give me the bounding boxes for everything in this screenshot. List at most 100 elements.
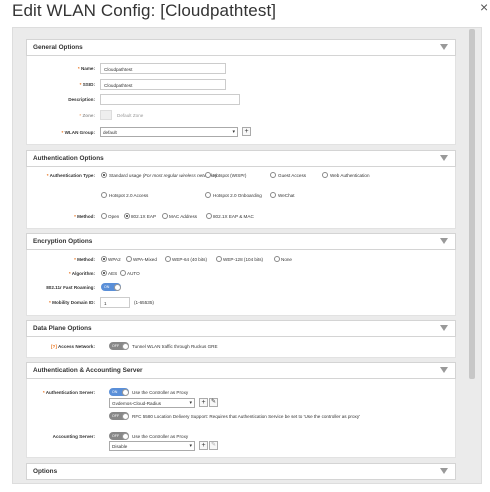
enc-wpa-mixed-radio[interactable] — [126, 256, 132, 262]
auth-hs20-access-radio[interactable] — [101, 192, 107, 198]
auth-web-radio[interactable] — [322, 172, 328, 178]
description-input[interactable] — [100, 94, 240, 105]
description-label: Description: — [68, 97, 95, 102]
acct-proxy-toggle[interactable]: OFF — [109, 432, 129, 440]
enc-none-label: None — [281, 257, 292, 262]
section-dataplane-header[interactable]: Data Plane Options — [26, 320, 456, 337]
close-icon[interactable]: × — [480, 0, 488, 15]
collapse-icon[interactable] — [440, 468, 448, 474]
method-mac-label: MAC Address — [169, 214, 198, 219]
alg-aes-label: AES — [108, 271, 118, 276]
mobility-input[interactable]: 1 — [100, 297, 130, 308]
method-8021x-mac-radio[interactable] — [206, 213, 212, 219]
collapse-icon[interactable] — [440, 155, 448, 161]
enc-wpa2-radio[interactable] — [101, 256, 107, 262]
toggle-knob — [122, 342, 129, 350]
name-input[interactable]: Cloudpathtest — [100, 63, 226, 74]
section-accounting-header[interactable]: Authentication & Accounting Server — [26, 362, 456, 379]
wlan-group-label: * WLAN Group: — [61, 130, 95, 135]
algorithm-label: * Algorithm: — [68, 271, 95, 276]
collapse-icon[interactable] — [440, 44, 448, 50]
add-auth-server-button[interactable]: + — [199, 398, 208, 407]
auth-server-label: * Authentication Server: — [42, 390, 95, 395]
auth-guest-label: Guest Access — [278, 173, 307, 178]
toggle-knob — [122, 432, 129, 440]
enc-wep64-label: WEP-64 (40 bits) — [172, 257, 207, 262]
enc-wpa-mixed-label: WPA-Mixed — [133, 257, 157, 262]
mobility-range: (1-65535) — [134, 300, 154, 305]
auth-hs20-onboarding-radio[interactable] — [205, 192, 211, 198]
enc-wep64-radio[interactable] — [165, 256, 171, 262]
method-mac-radio[interactable] — [162, 213, 168, 219]
section-options-header[interactable]: Options — [26, 463, 456, 480]
auth-standard-radio[interactable] — [101, 172, 107, 178]
section-encryption-header[interactable]: Encryption Options — [26, 233, 456, 250]
rfc5580-toggle[interactable]: OFF — [109, 412, 129, 420]
collapse-icon[interactable] — [440, 325, 448, 331]
auth-hotspot-label: Hotspot (WISPr) — [213, 173, 247, 178]
section-dataplane-title: Data Plane Options — [33, 325, 92, 332]
dropdown-arrow-icon: ▾ — [232, 129, 235, 135]
dropdown-arrow-icon: ▾ — [189, 400, 192, 406]
scrollbar[interactable] — [469, 29, 475, 379]
auth-proxy-label: Use the Controller as Proxy — [132, 390, 189, 395]
auth-wechat-radio[interactable] — [270, 192, 276, 198]
method-open-label: Open — [108, 214, 120, 219]
ssid-label: * SSID: — [79, 82, 95, 87]
auth-type-label: * Authentication Type: — [46, 173, 95, 178]
enc-method-label: * Method: — [74, 257, 95, 262]
enc-wep128-label: WEP-128 (104 bits) — [223, 257, 264, 262]
auth-server-select[interactable]: Gvdemos-Cloud-Radius ▾ — [109, 398, 195, 408]
auth-proxy-toggle[interactable]: ON — [109, 388, 129, 396]
section-auth-title: Authentication Options — [33, 155, 104, 162]
access-network-toggle[interactable]: OFF — [109, 342, 129, 350]
section-general-header[interactable]: General Options — [26, 39, 456, 56]
section-auth-header[interactable]: Authentication Options — [26, 150, 456, 167]
section-general-title: General Options — [33, 44, 83, 51]
acct-server-select[interactable]: Disable ▾ — [109, 441, 195, 451]
pencil-icon[interactable]: ✎ — [209, 398, 218, 407]
toggle-knob — [114, 283, 121, 291]
auth-wechat-label: WeChat — [278, 193, 295, 198]
enc-none-radio[interactable] — [274, 256, 280, 262]
help-icon[interactable]: [?] — [51, 344, 57, 349]
section-accounting-title: Authentication & Accounting Server — [33, 367, 143, 374]
method-8021x-radio[interactable] — [124, 213, 130, 219]
zone-value: Default Zone — [117, 113, 144, 118]
method-8021x-mac-label: 802.1X EAP & MAC — [213, 214, 254, 219]
alg-auto-label: AUTO — [127, 271, 140, 276]
dropdown-arrow-icon: ▾ — [189, 443, 192, 449]
alg-auto-radio[interactable] — [120, 270, 126, 276]
rfc5580-label: RFC 5580 Location Delivery Support: Requ… — [132, 414, 360, 419]
enc-wep128-radio[interactable] — [216, 256, 222, 262]
zone-label: * Zone: — [79, 113, 95, 118]
alg-aes-radio[interactable] — [101, 270, 107, 276]
auth-guest-radio[interactable] — [270, 172, 276, 178]
add-acct-server-button[interactable]: + — [199, 441, 208, 450]
ssid-input[interactable]: Cloudpathtest — [100, 79, 226, 90]
enc-wpa2-label: WPA2 — [108, 257, 121, 262]
mobility-label: * Mobility Domain ID: — [49, 300, 95, 305]
fast-roaming-toggle[interactable]: ON — [101, 283, 121, 291]
access-network-description: Tunnel WLAN traffic through Ruckus GRE — [132, 344, 218, 349]
access-network-label: [?] Access Network: — [50, 344, 95, 349]
dialog-title: Edit WLAN Config: [Cloudpathtest] — [12, 1, 277, 20]
name-label: * Name: — [77, 66, 95, 71]
auth-hotspot-radio[interactable] — [205, 172, 211, 178]
collapse-icon[interactable] — [440, 367, 448, 373]
acct-proxy-label: Use the Controller as Proxy — [132, 434, 189, 439]
toggle-knob — [122, 388, 129, 396]
auth-web-label: Web Authentication — [330, 173, 370, 178]
toggle-knob — [122, 412, 129, 420]
method-8021x-label: 802.1X EAP — [131, 214, 157, 219]
add-wlan-group-button[interactable]: + — [242, 127, 251, 136]
pencil-icon: ✎ — [209, 441, 218, 450]
zone-toggle — [100, 110, 112, 120]
collapse-icon[interactable] — [440, 238, 448, 244]
acct-server-label: Accounting Server: — [52, 434, 95, 439]
wlan-group-select[interactable]: default ▾ — [100, 127, 238, 137]
method-open-radio[interactable] — [101, 213, 107, 219]
auth-hs20-onboarding-label: Hotspot 2.0 Onboarding — [213, 193, 262, 198]
fast-roaming-label: 802.11r Fast Roaming: — [46, 285, 95, 290]
auth-standard-label: Standard usage (For most regular wireles… — [109, 173, 218, 178]
